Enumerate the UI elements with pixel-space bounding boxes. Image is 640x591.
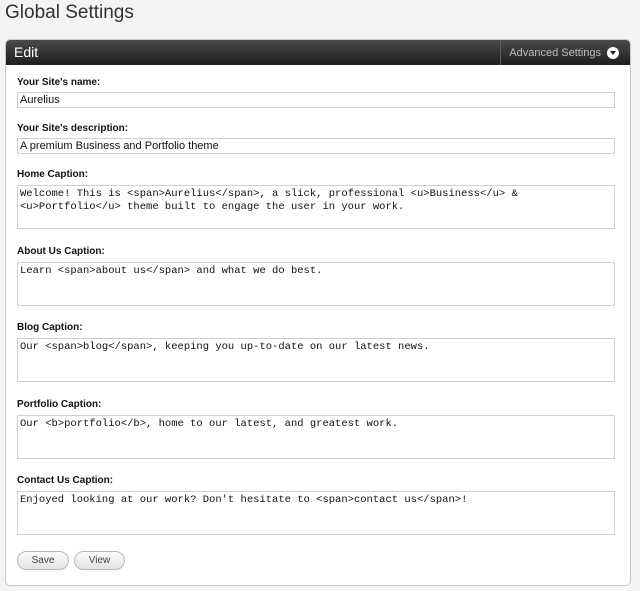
site-name-label: Your Site's name:: [17, 77, 101, 88]
portfolio-caption-field-group: Portfolio Caption: Our <b>portfolio</b>,…: [17, 399, 615, 459]
blog-caption-label: Blog Caption:: [17, 322, 83, 333]
panel-title: Edit: [14, 44, 39, 60]
advanced-settings-toggle[interactable]: Advanced Settings: [500, 40, 630, 65]
contact-caption-textarea[interactable]: Enjoyed looking at our work? Don't hesit…: [17, 491, 615, 535]
advanced-settings-label: Advanced Settings: [509, 46, 601, 59]
panel-header: Edit Advanced Settings: [6, 40, 630, 65]
portfolio-caption-label: Portfolio Caption:: [17, 399, 102, 410]
home-caption-field-group: Home Caption: Welcome! This is <span>Aur…: [17, 169, 615, 229]
site-description-input[interactable]: [17, 138, 615, 154]
chevron-down-icon: [607, 46, 619, 59]
blog-caption-field-group: Blog Caption: Our <span>blog</span>, kee…: [17, 322, 615, 382]
home-caption-textarea[interactable]: Welcome! This is <span>Aurelius</span>, …: [17, 185, 615, 229]
view-button[interactable]: View: [74, 551, 125, 570]
home-caption-label: Home Caption:: [17, 169, 89, 180]
portfolio-caption-textarea[interactable]: Our <b>portfolio</b>, home to our latest…: [17, 415, 615, 459]
blog-caption-textarea[interactable]: Our <span>blog</span>, keeping you up-to…: [17, 338, 615, 382]
save-button[interactable]: Save: [17, 551, 69, 570]
site-name-field-group: Your Site's name:: [17, 77, 615, 108]
about-caption-field-group: About Us Caption: Learn <span>about us</…: [17, 246, 615, 306]
page-title: Global Settings: [5, 2, 134, 23]
contact-caption-label: Contact Us Caption:: [17, 475, 114, 486]
site-description-field-group: Your Site's description:: [17, 123, 615, 154]
about-caption-label: About Us Caption:: [17, 246, 105, 257]
contact-caption-field-group: Contact Us Caption: Enjoyed looking at o…: [17, 475, 615, 535]
edit-panel: Edit Advanced Settings Your Site's name:…: [5, 39, 631, 586]
site-name-input[interactable]: [17, 92, 615, 108]
about-caption-textarea[interactable]: Learn <span>about us</span> and what we …: [17, 262, 615, 306]
site-description-label: Your Site's description:: [17, 123, 129, 134]
